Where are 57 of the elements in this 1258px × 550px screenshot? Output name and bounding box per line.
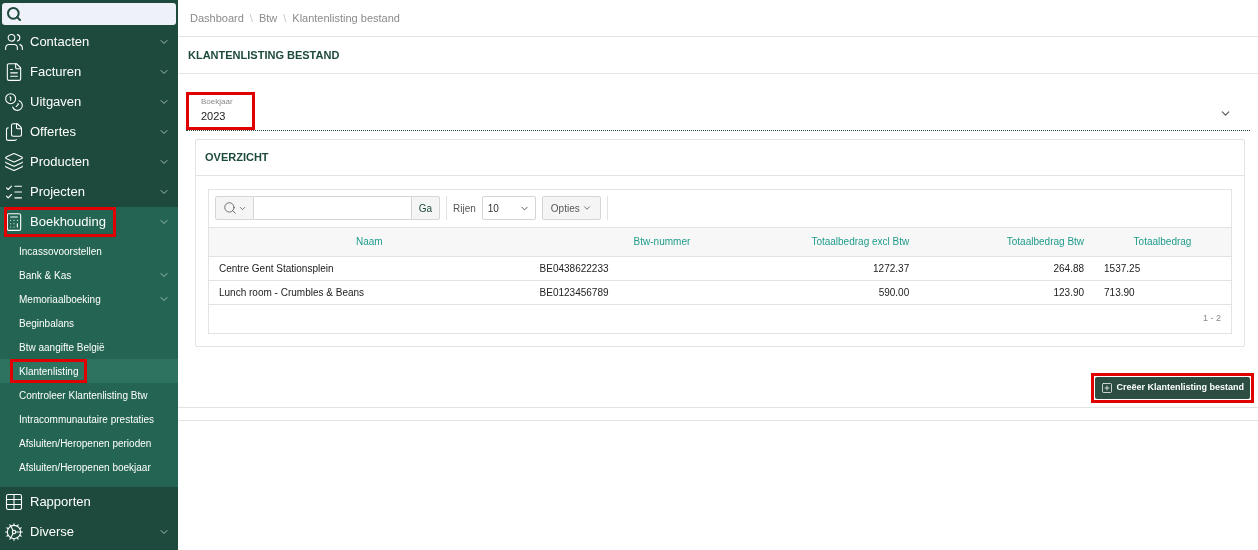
create-button[interactable]: Creëer Klantenlisting bestand: [1095, 377, 1250, 399]
search-menu-button[interactable]: [215, 196, 254, 220]
sidebar-item[interactable]: Producten: [0, 147, 178, 177]
submenu-item[interactable]: Incassovoorstellen: [0, 239, 178, 263]
submenu-item[interactable]: Intracommunautaire prestaties: [0, 407, 178, 431]
document-icon: [4, 62, 24, 82]
table-cell: 264.88: [919, 256, 1095, 281]
sidebar-item[interactable]: Facturen: [0, 57, 178, 87]
submenu-item[interactable]: Afsluiten/Heropenen boekjaar: [0, 455, 178, 479]
rows-select[interactable]: 10: [481, 196, 536, 220]
table-cell: 1537.25: [1094, 256, 1231, 281]
sidebar-item[interactable]: Uitgaven: [0, 87, 178, 117]
coins-icon: [4, 92, 24, 112]
layers-icon: [4, 152, 24, 172]
submenu-item[interactable]: Klantenlisting: [0, 359, 178, 383]
chevron-icon: [581, 203, 592, 213]
breadcrumb-link[interactable]: Klantenlisting bestand: [292, 9, 400, 27]
breadcrumb-separator: \: [249, 10, 253, 26]
table-cell: 1272.37: [794, 256, 920, 281]
sidebar-item[interactable]: Offertes: [0, 117, 178, 147]
options-button[interactable]: Opties: [541, 196, 601, 220]
page-title: KLANTENLISTING BESTAND: [188, 47, 340, 63]
table-cell: 590.00: [794, 280, 920, 305]
sidebar-item[interactable]: Boekhouding: [0, 207, 178, 237]
files-icon: [4, 122, 24, 142]
sidebar-item[interactable]: Rapporten: [0, 487, 178, 517]
users-icon: [4, 32, 24, 52]
pagination-info: 1 - 2: [1203, 312, 1221, 326]
panel-title: OVERZICHT: [205, 149, 269, 165]
search-field[interactable]: [2, 3, 176, 25]
table-cell: BE0438622233: [529, 256, 795, 281]
table-cell: Centre Gent Stationsplein: [209, 256, 530, 281]
table-cell: 123.90: [919, 280, 1095, 305]
breadcrumb-link[interactable]: Dashboard: [190, 9, 244, 27]
search-icon: [222, 201, 237, 215]
breadcrumb-link[interactable]: Btw: [258, 9, 278, 27]
submenu-item[interactable]: Beginbalans: [0, 311, 178, 335]
submenu-item[interactable]: Afsluiten/Heropenen perioden: [0, 431, 178, 455]
table-cell: BE0123456789: [529, 280, 795, 305]
submenu-item[interactable]: Bank & Kas: [0, 263, 178, 287]
table-icon: [4, 492, 24, 512]
calculator-icon: [4, 212, 24, 232]
sidebar-item[interactable]: Contacten: [0, 27, 178, 57]
year-select[interactable]: Boekjaar 2023: [186, 92, 255, 130]
table-cell: Lunch room - Crumbles & Beans: [209, 280, 530, 305]
sidebar-item[interactable]: Diverse: [0, 517, 178, 547]
rows-label: Rijen: [453, 201, 476, 216]
submenu-item[interactable]: Memoriaalboeking: [0, 287, 178, 311]
plus-icon: [1101, 382, 1114, 394]
sidebar-item[interactable]: Projecten: [0, 177, 178, 207]
submenu-item[interactable]: Controleer Klantenlisting Btw: [0, 383, 178, 407]
search-input[interactable]: [254, 196, 411, 220]
search-icon: [6, 6, 22, 22]
breadcrumb-separator: \: [283, 10, 287, 26]
go-button[interactable]: Ga: [411, 196, 440, 220]
table-cell: 713.90: [1094, 280, 1231, 305]
submenu-item[interactable]: Btw aangifte België: [0, 335, 178, 359]
